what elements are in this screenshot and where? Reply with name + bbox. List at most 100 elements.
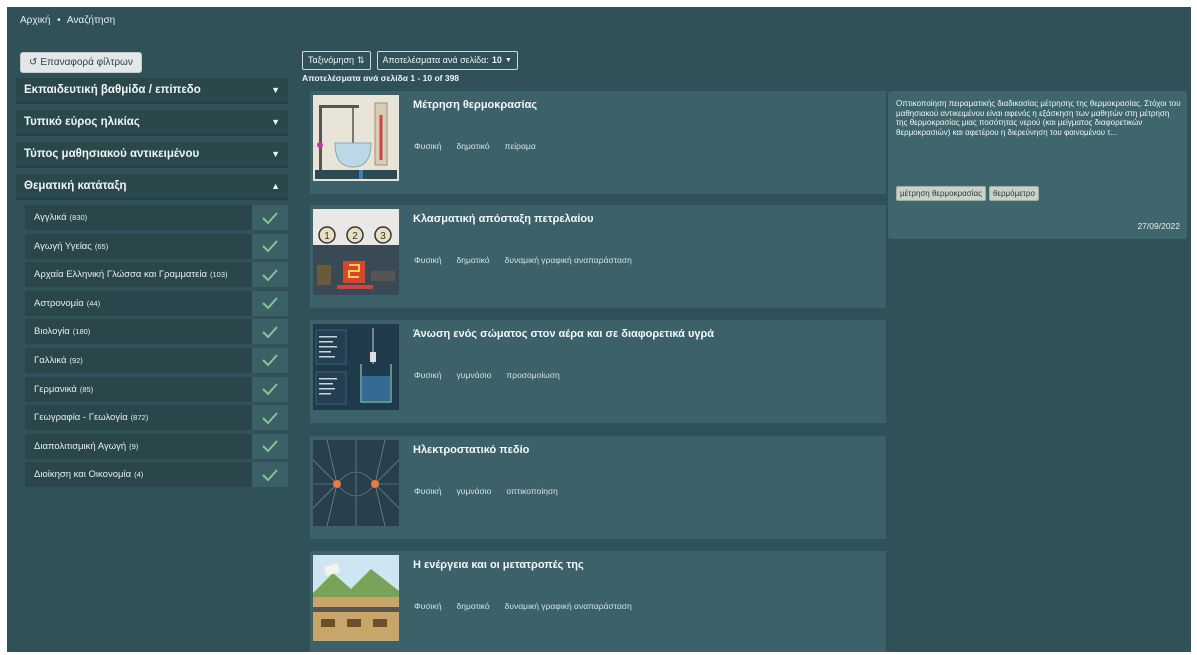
- subject-label: Διαπολιτισμική Αγωγή (9): [25, 441, 252, 452]
- subject-name: Αστρονομία: [34, 297, 84, 309]
- subject-name: Αγωγή Υγείας: [34, 240, 92, 252]
- result-title[interactable]: Μέτρηση θερμοκρασίας: [413, 99, 537, 111]
- sort-label: Ταξινόμηση: [308, 55, 354, 65]
- app-window: Αρχική • Αναζήτηση ↺ Επαναφορά φίλτρων Ε…: [7, 7, 1191, 652]
- subject-label: Γερμανικά (85): [25, 384, 252, 395]
- thumb-step-label: 3: [380, 231, 386, 242]
- result-title[interactable]: Ηλεκτροστατικό πεδίο: [413, 444, 529, 456]
- thumb-step-label: 2: [352, 231, 358, 242]
- tag: Φυσική: [414, 141, 442, 151]
- sort-button[interactable]: Ταξινόμηση ⇅: [302, 51, 371, 70]
- subject-count: (44): [86, 298, 101, 308]
- checkmark-icon[interactable]: [252, 433, 288, 459]
- checkmark-icon[interactable]: [252, 462, 288, 488]
- subject-label: Αγωγή Υγείας (65): [25, 241, 252, 252]
- per-page-label: Αποτελέσματα ανά σελίδα:: [382, 55, 489, 65]
- subject-count: (180): [72, 327, 91, 337]
- tag: δημοτικό: [456, 141, 490, 151]
- subject-label: Βιολογία (180): [25, 326, 252, 337]
- tag: γυμνάσιο: [456, 370, 492, 380]
- results-count: Αποτελέσματα ανά σελίδα 1 - 10 of 398: [302, 73, 460, 83]
- filters-panel: Εκπαιδευτική βαθμίδα / επίπεδο ▼ Τυπικό …: [16, 78, 288, 491]
- buoyancy-thumbnail: [313, 324, 399, 410]
- checkmark-icon[interactable]: [252, 347, 288, 373]
- subject-item[interactable]: Γαλλικά (92): [25, 347, 288, 373]
- checkmark-icon[interactable]: [252, 233, 288, 259]
- result-card[interactable]: Ηλεκτροστατικό πεδίο Φυσική γυμνάσιο οπτ…: [310, 436, 886, 539]
- filter-age-range[interactable]: Τυπικό εύρος ηλικίας ▼: [16, 110, 288, 136]
- filter-label: Τυπικό εύρος ηλικίας: [24, 116, 140, 128]
- subject-name: Διαπολιτισμική Αγωγή: [34, 440, 127, 452]
- result-card[interactable]: Η ενέργεια και οι μετατροπές της Φυσική …: [310, 551, 886, 652]
- reset-filters-button[interactable]: ↺ Επαναφορά φίλτρων: [20, 52, 142, 73]
- subject-count: (9): [129, 441, 139, 451]
- chevron-down-icon: ▼: [504, 57, 512, 64]
- result-tags: Φυσική δημοτικό πείραμα: [414, 141, 536, 151]
- tag: δυναμική γραφική αναπαράσταση: [504, 255, 632, 265]
- per-page-value: 10: [491, 55, 502, 65]
- subject-name: Γεωγραφία - Γεωλογία: [34, 412, 128, 424]
- checkmark-icon[interactable]: [252, 405, 288, 431]
- result-card[interactable]: Μέτρηση θερμοκρασίας Φυσική δημοτικό πεί…: [310, 91, 886, 194]
- keyword-chip[interactable]: μέτρηση θερμοκρασίας: [896, 186, 986, 201]
- breadcrumb: Αρχική • Αναζήτηση: [20, 15, 119, 26]
- chevron-down-icon: ▼: [271, 117, 280, 127]
- subject-label: Αρχαία Ελληνική Γλώσσα και Γραμματεία (10…: [25, 269, 252, 280]
- checkmark-icon[interactable]: [252, 290, 288, 316]
- breadcrumb-home[interactable]: Αρχική: [20, 15, 50, 26]
- result-card[interactable]: 1 2 3 Κλασματική απόσταξη πετρελαίου Φυσ…: [310, 205, 886, 308]
- subject-item[interactable]: Διαπολιτισμική Αγωγή (9): [25, 433, 288, 459]
- subject-item[interactable]: Αρχαία Ελληνική Γλώσσα και Γραμματεία (10…: [25, 262, 288, 288]
- filter-object-type[interactable]: Τύπος μαθησιακού αντικειμένου ▼: [16, 142, 288, 168]
- subject-name: Γερμανικά: [34, 383, 77, 395]
- checkmark-icon[interactable]: [252, 262, 288, 288]
- filter-label: Τύπος μαθησιακού αντικειμένου: [24, 148, 200, 160]
- electric-field-thumbnail: [313, 440, 399, 526]
- results-toolbar: Ταξινόμηση ⇅ Αποτελέσματα ανά σελίδα: 10…: [302, 51, 518, 70]
- distillation-thumbnail: 1 2 3: [313, 209, 399, 295]
- preview-panel: Οπτικοποίηση πειραματικής διαδικασίας μέ…: [888, 91, 1187, 239]
- subject-label: Διοίκηση και Οικονομία (4): [25, 469, 252, 480]
- reset-icon: ↺: [29, 57, 38, 68]
- result-title[interactable]: Κλασματική απόσταξη πετρελαίου: [413, 213, 594, 225]
- subject-item[interactable]: Διοίκηση και Οικονομία (4): [25, 462, 288, 488]
- subject-item[interactable]: Βιολογία (180): [25, 319, 288, 345]
- chevron-up-icon: ▲: [271, 181, 280, 191]
- breadcrumb-current: Αναζήτηση: [66, 15, 116, 26]
- subject-item[interactable]: Αγωγή Υγείας (65): [25, 233, 288, 259]
- subject-item[interactable]: Γεωγραφία - Γεωλογία (872): [25, 405, 288, 431]
- subject-count: (830): [69, 213, 88, 222]
- subject-label: Γεωγραφία - Γεωλογία (872): [25, 412, 252, 423]
- tag: δημοτικό: [456, 255, 490, 265]
- result-card[interactable]: Άνωση ενός σώματος στον αέρα και σε διαφ…: [310, 320, 886, 423]
- chevron-down-icon: ▼: [271, 149, 280, 159]
- checkmark-icon[interactable]: [252, 376, 288, 402]
- tag: Φυσική: [414, 370, 442, 380]
- per-page-select[interactable]: Αποτελέσματα ανά σελίδα: 10 ▼: [376, 51, 518, 70]
- tag: προσομοίωση: [506, 370, 560, 380]
- tag: Φυσική: [414, 255, 442, 265]
- result-tags: Φυσική γυμνάσιο προσομοίωση: [414, 370, 560, 380]
- keyword-chip[interactable]: θερμόμετρο: [988, 186, 1039, 201]
- result-title[interactable]: Άνωση ενός σώματος στον αέρα και σε διαφ…: [413, 328, 714, 340]
- preview-description: Οπτικοποίηση πειραματικής διαδικασίας μέ…: [896, 99, 1181, 137]
- tag: δημοτικό: [456, 601, 490, 611]
- filter-education-level[interactable]: Εκπαιδευτική βαθμίδα / επίπεδο ▼: [16, 78, 288, 104]
- tag: Φυσική: [414, 601, 442, 611]
- filter-subject[interactable]: Θεματική κατάταξη ▲: [16, 174, 288, 200]
- result-title[interactable]: Η ενέργεια και οι μετατροπές της: [413, 559, 584, 571]
- result-tags: Φυσική δημοτικό δυναμική γραφική αναπαρά…: [414, 601, 632, 611]
- result-tags: Φυσική δημοτικό δυναμική γραφική αναπαρά…: [414, 255, 632, 265]
- tag: γυμνάσιο: [456, 486, 492, 496]
- sort-icon: ⇅: [357, 55, 365, 65]
- energy-thumbnail: [313, 555, 399, 641]
- subject-count: (92): [69, 355, 83, 365]
- checkmark-icon[interactable]: [252, 205, 288, 230]
- filter-label: Εκπαιδευτική βαθμίδα / επίπεδο: [24, 84, 201, 96]
- checkmark-icon[interactable]: [252, 319, 288, 345]
- subject-item[interactable]: Γερμανικά (85): [25, 376, 288, 402]
- chevron-down-icon: ▼: [271, 85, 280, 95]
- subject-count: (872): [130, 413, 149, 423]
- subject-item[interactable]: Αγγλικά (830): [25, 205, 288, 230]
- subject-item[interactable]: Αστρονομία (44): [25, 290, 288, 316]
